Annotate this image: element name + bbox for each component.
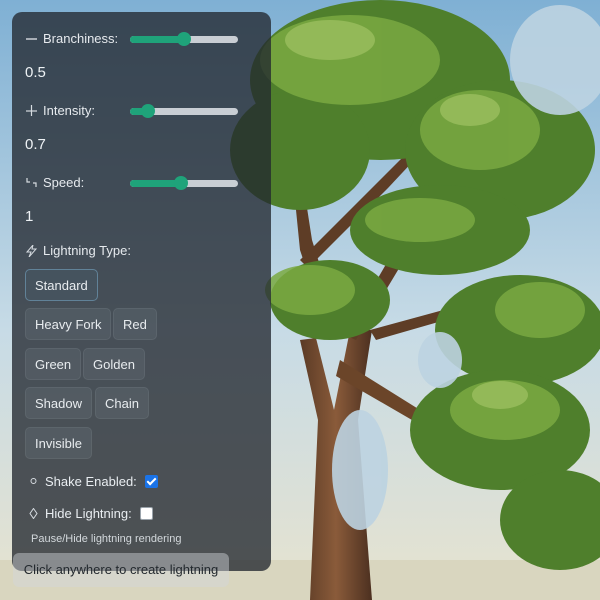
corner-arrows-icon	[26, 177, 37, 188]
branchiness-value: 0.5	[25, 64, 46, 81]
lightning-type-label-group: Lightning Type:	[25, 243, 131, 258]
type-option-standard[interactable]: Standard	[25, 269, 98, 301]
type-option-golden[interactable]: Golden	[83, 348, 145, 380]
type-option-invisible[interactable]: Invisible	[25, 427, 92, 459]
lightning-icon	[25, 244, 38, 258]
shake-enabled-label: Shake Enabled:	[45, 474, 137, 489]
hide-lightning-label: Hide Lightning:	[45, 506, 132, 521]
lightning-type-row: Lightning Type:	[25, 243, 131, 258]
speed-row: Speed:	[26, 175, 238, 190]
branchiness-row: Branchiness:	[26, 31, 238, 46]
speed-label-group: Speed:	[26, 175, 130, 190]
type-option-red[interactable]: Red	[113, 308, 157, 340]
click-anywhere-hint: Click anywhere to create lightning	[13, 553, 229, 587]
shake-enabled-row: Shake Enabled:	[29, 474, 158, 489]
intensity-value: 0.7	[25, 136, 46, 153]
diamond-icon	[29, 507, 38, 520]
type-option-shadow[interactable]: Shadow	[25, 387, 92, 419]
branchiness-slider[interactable]	[130, 31, 238, 46]
horizontal-line-icon	[26, 33, 37, 44]
speed-label: Speed:	[43, 175, 85, 190]
hide-lightning-row: Hide Lightning:	[29, 506, 153, 521]
intensity-label-group: Intensity:	[26, 103, 130, 118]
speed-slider[interactable]	[130, 175, 238, 190]
lightning-type-label: Lightning Type:	[43, 243, 131, 258]
intensity-slider[interactable]	[130, 103, 238, 118]
type-option-heavy-fork[interactable]: Heavy Fork	[25, 308, 112, 340]
crosshair-icon	[26, 105, 37, 116]
hide-lightning-checkbox[interactable]	[139, 507, 153, 520]
type-option-chain[interactable]: Chain	[95, 387, 149, 419]
shake-enabled-checkbox[interactable]	[144, 475, 158, 488]
type-option-green[interactable]: Green	[25, 348, 82, 380]
branchiness-label-group: Branchiness:	[26, 31, 130, 46]
hide-lightning-hint: Pause/Hide lightning rendering	[31, 533, 182, 545]
intensity-label: Intensity:	[43, 103, 96, 118]
circle-icon	[29, 476, 38, 487]
intensity-row: Intensity:	[26, 103, 238, 118]
speed-value: 1	[25, 208, 34, 225]
lightning-control-panel: Branchiness: 0.5 Intensity: 0.7 Speed: 1…	[12, 12, 271, 571]
branchiness-label: Branchiness:	[43, 31, 119, 46]
